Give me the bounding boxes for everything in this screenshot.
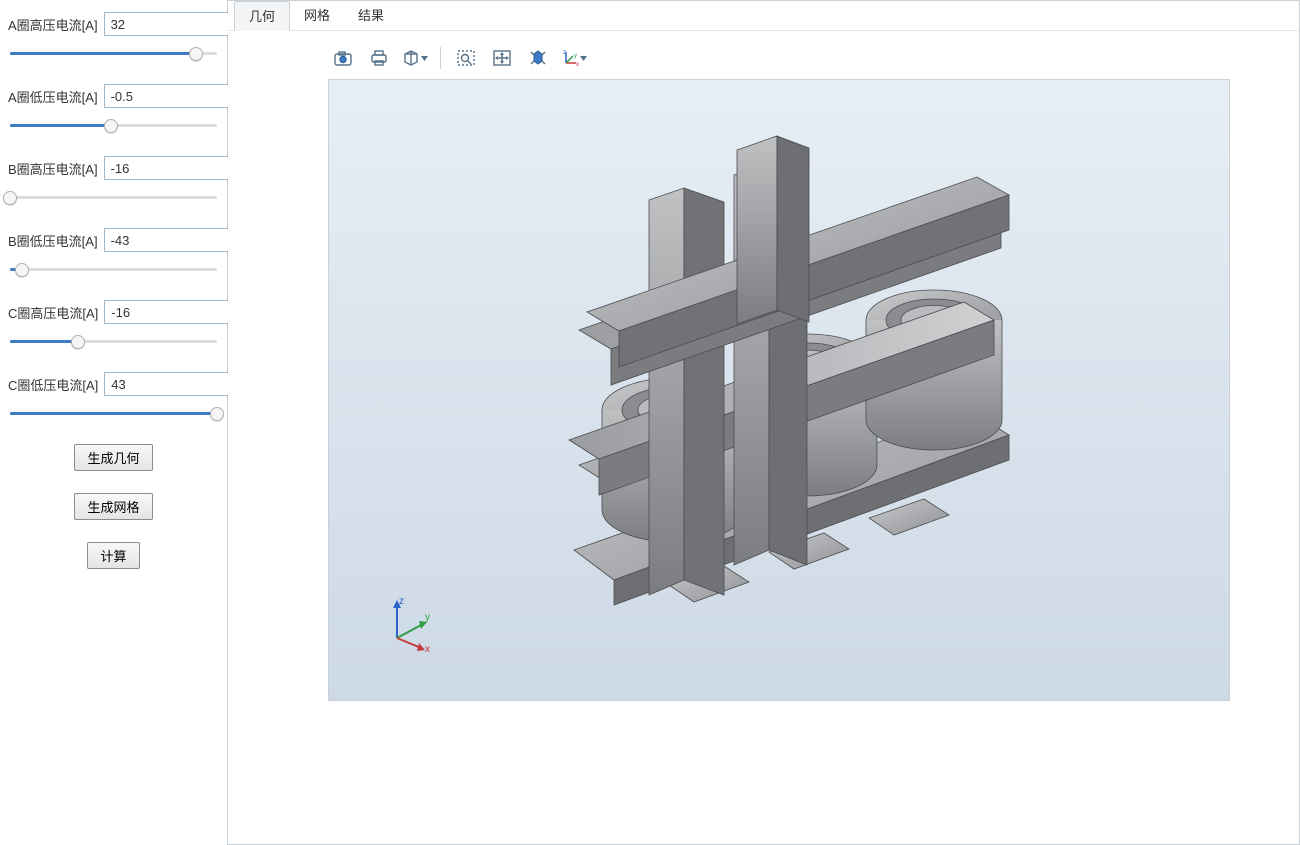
pan-icon[interactable]: [487, 43, 517, 73]
transformer-model: [329, 80, 1229, 700]
svg-text:x: x: [576, 62, 579, 67]
param-label: B圈低压电流[A]: [8, 231, 98, 250]
param-b-lv: B圈低压电流[A]: [8, 228, 219, 276]
axis-triad-icon[interactable]: yx z: [559, 43, 589, 73]
axis-z-label: z: [399, 596, 404, 607]
axis-x-label: x: [425, 644, 430, 654]
generate-geometry-button[interactable]: 生成几何: [74, 444, 152, 471]
tab-mesh[interactable]: 网格: [290, 1, 344, 30]
param-label: C圈低压电流[A]: [8, 375, 98, 394]
axis-y-label: y: [425, 612, 430, 623]
param-a-hv: A圈高压电流[A]: [8, 12, 219, 60]
geometry-viewport[interactable]: z y x: [328, 79, 1230, 701]
param-c-hv: C圈高压电流[A]: [8, 300, 219, 348]
svg-text:y: y: [574, 53, 577, 59]
param-c-lv-slider[interactable]: [10, 406, 217, 420]
parameter-sidebar: A圈高压电流[A] A圈低压电流[A] B圈高压电流[A]: [0, 0, 228, 845]
param-label: C圈高压电流[A]: [8, 303, 98, 322]
param-label: A圈低压电流[A]: [8, 87, 98, 106]
param-label: A圈高压电流[A]: [8, 15, 98, 34]
param-b-hv-slider[interactable]: [10, 190, 217, 204]
zoom-extents-icon[interactable]: [523, 43, 553, 73]
param-a-lv: A圈低压电流[A]: [8, 84, 219, 132]
axis-gizmo: z y x: [379, 594, 439, 654]
tab-geometry[interactable]: 几何: [234, 1, 290, 31]
generate-mesh-button[interactable]: 生成网格: [74, 493, 152, 520]
param-c-lv: C圈低压电流[A]: [8, 372, 219, 420]
param-label: B圈高压电流[A]: [8, 159, 98, 178]
tab-bar: 几何 网格 结果: [228, 1, 1299, 31]
param-c-hv-slider[interactable]: [10, 334, 217, 348]
display-mode-icon[interactable]: [400, 43, 430, 73]
compute-button[interactable]: 计算: [87, 542, 139, 569]
viewport-toolbar: yx z: [328, 43, 589, 73]
snapshot-icon[interactable]: [328, 43, 358, 73]
zoom-box-icon[interactable]: [451, 43, 481, 73]
tab-results[interactable]: 结果: [344, 1, 398, 30]
param-b-lv-slider[interactable]: [10, 262, 217, 276]
param-a-lv-slider[interactable]: [10, 118, 217, 132]
main-panel: 几何 网格 结果: [228, 0, 1300, 845]
print-icon[interactable]: [364, 43, 394, 73]
svg-text:z: z: [563, 50, 566, 56]
param-a-hv-slider[interactable]: [10, 46, 217, 60]
param-b-hv: B圈高压电流[A]: [8, 156, 219, 204]
toolbar-separator: [440, 47, 441, 69]
